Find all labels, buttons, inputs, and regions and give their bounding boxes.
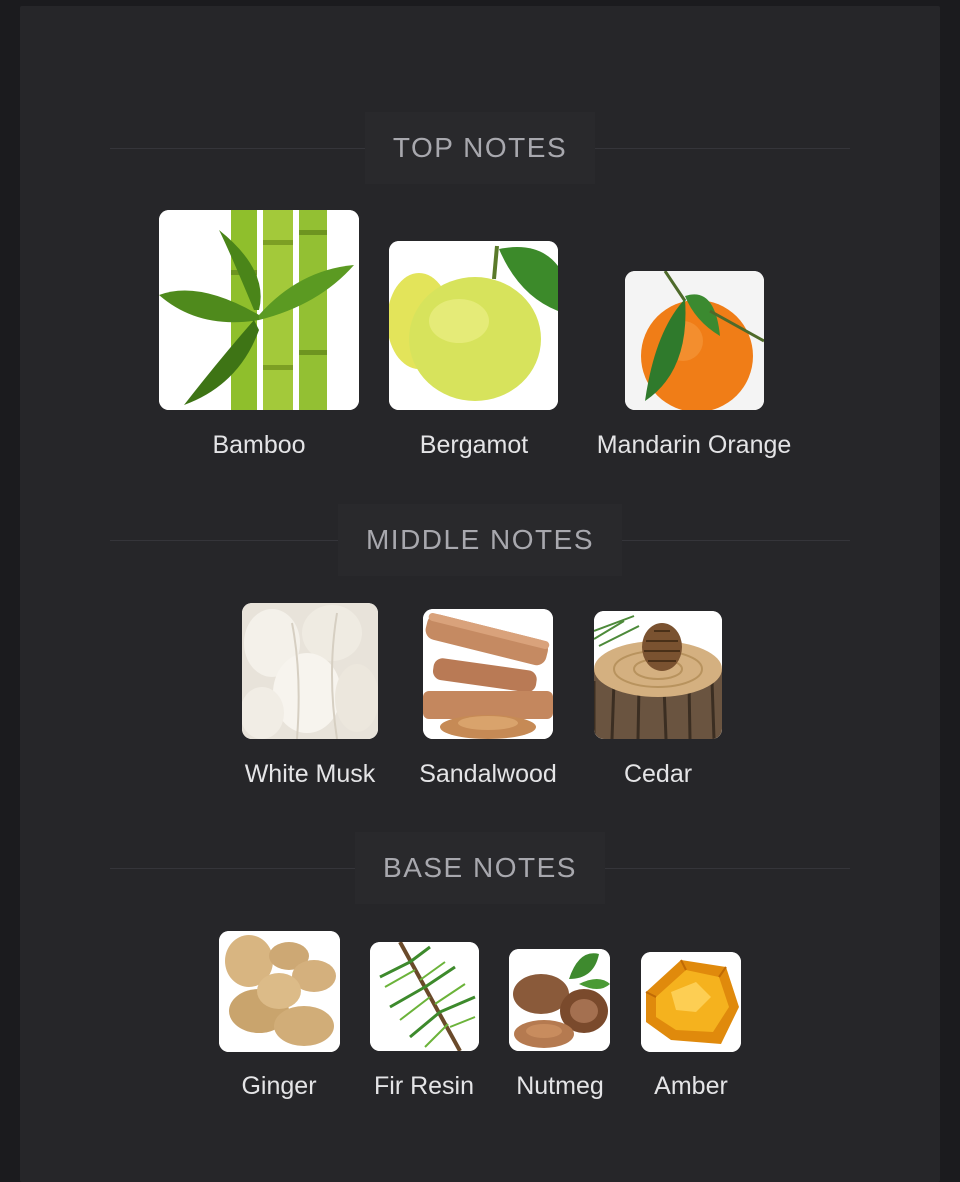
section-title: MIDDLE NOTES [365,524,595,555]
note-label: Bamboo [212,431,306,459]
cedar-image [594,611,722,739]
note-label: Fir Resin [373,1072,475,1100]
divider [622,540,850,541]
note-label: White Musk [244,760,376,788]
note-label: Amber [654,1072,728,1100]
section-header-middle-notes: MIDDLE NOTES [0,504,960,576]
bergamot-image [389,241,558,410]
section-header-base-notes: BASE NOTES [0,832,960,904]
section-title: TOP NOTES [392,132,568,163]
note-label: Cedar [623,760,693,788]
sandalwood-image [423,609,553,739]
divider [605,868,850,869]
mandarin-orange-image [625,271,764,410]
fir-resin-image [370,942,479,1051]
section-title: BASE NOTES [383,852,577,883]
divider [110,148,365,149]
note-label: Bergamot [419,431,529,459]
ginger-image [219,931,340,1052]
note-label: Sandalwood [419,760,557,788]
note-label: Nutmeg [516,1072,604,1100]
white-musk-image [242,603,378,739]
note-label: Mandarin Orange [596,431,792,459]
divider [110,868,355,869]
bamboo-image [159,210,359,410]
note-label: Ginger [241,1072,317,1100]
amber-image [641,952,741,1052]
divider [110,540,338,541]
section-header-top-notes: TOP NOTES [0,112,960,184]
nutmeg-image [509,949,610,1051]
divider [595,148,850,149]
